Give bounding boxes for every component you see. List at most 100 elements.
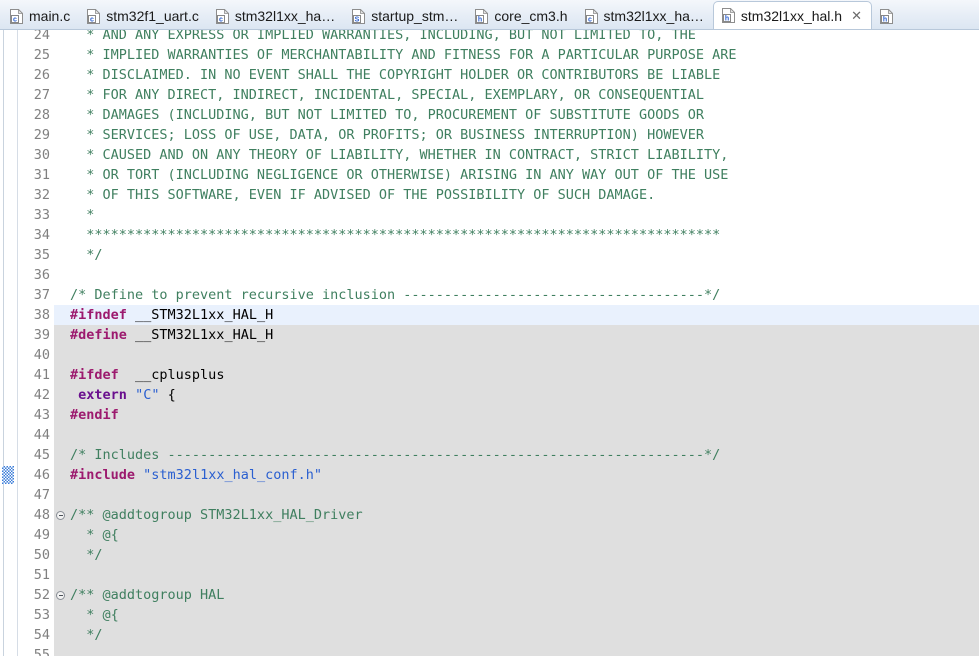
code-line[interactable]: #define __STM32L1xx_HAL_H [66, 325, 979, 345]
line-number[interactable]: 46 [18, 465, 54, 485]
editor-tab-stm32l1xx-hal-h[interactable]: h stm32l1xx_hal.h ✕ [712, 1, 872, 29]
line-number[interactable]: 51 [18, 565, 54, 585]
annotation-ruler-row [0, 645, 17, 656]
line-number[interactable]: 40 [18, 345, 54, 365]
editor-tab-main-c[interactable]: c main.c [2, 3, 79, 29]
code-line[interactable]: * IMPLIED WARRANTIES OF MERCHANTABILITY … [66, 45, 979, 65]
editor-tab-startup-stm[interactable]: Sstartup_stm… [344, 3, 467, 29]
line-number[interactable]: 49 [18, 525, 54, 545]
line-number[interactable]: 55 [18, 645, 54, 656]
annotation-ruler-row [0, 625, 17, 645]
line-number[interactable]: 33 [18, 205, 54, 225]
code-line[interactable] [66, 425, 979, 445]
fold-gutter-row [54, 125, 66, 145]
line-number[interactable]: 38 [18, 305, 54, 325]
code-line[interactable] [66, 265, 979, 285]
line-number[interactable]: 29 [18, 125, 54, 145]
editor-tab-stm32l1xx-ha[interactable]: c stm32l1xx_ha… [208, 3, 344, 29]
fold-gutter-row [54, 485, 66, 505]
line-number[interactable]: 44 [18, 425, 54, 445]
code-line[interactable]: * @{ [66, 525, 979, 545]
code-line[interactable]: */ [66, 625, 979, 645]
fold-gutter-row [54, 465, 66, 485]
line-number[interactable]: 36 [18, 265, 54, 285]
fold-collapse-icon[interactable] [54, 505, 66, 525]
code-line[interactable]: */ [66, 245, 979, 265]
line-number[interactable]: 45 [18, 445, 54, 465]
editor-tab-label: main.c [29, 8, 71, 24]
line-number[interactable]: 32 [18, 185, 54, 205]
editor-tab-stm32f1-uart-c[interactable]: c stm32f1_uart.c [79, 3, 208, 29]
line-number[interactable]: 37 [18, 285, 54, 305]
code-line[interactable]: #include "stm32l1xx_hal_conf.h" [66, 465, 979, 485]
code-line[interactable]: * OF THIS SOFTWARE, EVEN IF ADVISED OF T… [66, 185, 979, 205]
fold-circle-icon[interactable] [55, 505, 66, 525]
code-line[interactable]: #ifdef __cplusplus [66, 365, 979, 385]
code-line[interactable]: */ [66, 545, 979, 565]
code-line[interactable] [66, 485, 979, 505]
code-line[interactable]: * FOR ANY DIRECT, INDIRECT, INCIDENTAL, … [66, 85, 979, 105]
annotation-ruler-row [0, 405, 17, 425]
code-token-comment: * CAUSED AND ON ANY THEORY OF LIABILITY,… [70, 147, 729, 163]
line-number[interactable]: 48 [18, 505, 54, 525]
line-number[interactable]: 30 [18, 145, 54, 165]
line-number[interactable]: 24 [18, 30, 54, 45]
annotation-ruler-row [0, 605, 17, 625]
code-line[interactable]: #ifndef __STM32L1xx_HAL_H [66, 305, 979, 325]
line-number[interactable]: 34 [18, 225, 54, 245]
code-line[interactable]: * DAMAGES (INCLUDING, BUT NOT LIMITED TO… [66, 105, 979, 125]
code-line[interactable]: * CAUSED AND ON ANY THEORY OF LIABILITY,… [66, 145, 979, 165]
line-number[interactable]: 50 [18, 545, 54, 565]
code-folding-gutter[interactable] [54, 30, 66, 656]
annotation-ruler-row [0, 485, 17, 505]
annotation-ruler-row [0, 30, 17, 45]
code-line[interactable]: * AND ANY EXPRESS OR IMPLIED WARRANTIES,… [66, 30, 979, 45]
svg-text:c: c [13, 16, 17, 23]
code-line[interactable]: * OR TORT (INCLUDING NEGLIGENCE OR OTHER… [66, 165, 979, 185]
code-line[interactable]: * SERVICES; LOSS OF USE, DATA, OR PROFIT… [66, 125, 979, 145]
annotation-ruler[interactable] [0, 30, 18, 656]
line-number-gutter[interactable]: 24 25 26 27 28 29 30 31 32 33 34 35 36 37 38 39 40 41 42 43… [18, 30, 54, 656]
code-line[interactable]: * DISCLAIMED. IN NO EVENT SHALL THE COPY… [66, 65, 979, 85]
code-token-pp: #ifdef [70, 367, 119, 383]
code-line[interactable]: /** @addtogroup STM32L1xx_HAL_Driver [66, 505, 979, 525]
editor-tab-overflow[interactable]: h [872, 3, 902, 29]
code-line[interactable]: extern "C" { [66, 385, 979, 405]
code-line[interactable] [66, 645, 979, 656]
line-number[interactable]: 52 [18, 585, 54, 605]
code-line[interactable]: ****************************************… [66, 225, 979, 245]
editor-tab-core-cm3-h[interactable]: h core_cm3.h [467, 3, 576, 29]
editor-tab-stm32l1xx-ha[interactable]: c stm32l1xx_ha… [577, 3, 713, 29]
c-file-icon: c [215, 8, 229, 24]
line-number[interactable]: 27 [18, 85, 54, 105]
line-number[interactable]: 26 [18, 65, 54, 85]
line-number[interactable]: 41 [18, 365, 54, 385]
line-number[interactable]: 28 [18, 105, 54, 125]
code-line[interactable]: /* Includes ----------------------------… [66, 445, 979, 465]
line-number[interactable]: 31 [18, 165, 54, 185]
fold-collapse-icon[interactable] [54, 585, 66, 605]
occurrence-marker-icon[interactable] [2, 466, 14, 484]
code-line[interactable]: /* Define to prevent recursive inclusion… [66, 285, 979, 305]
fold-gutter-row [54, 105, 66, 125]
code-text-area[interactable]: * AND ANY EXPRESS OR IMPLIED WARRANTIES,… [66, 30, 979, 656]
line-number[interactable]: 54 [18, 625, 54, 645]
code-line[interactable]: #endif [66, 405, 979, 425]
fold-gutter-row [54, 385, 66, 405]
code-line[interactable]: * [66, 205, 979, 225]
line-number[interactable]: 35 [18, 245, 54, 265]
line-number[interactable]: 42 [18, 385, 54, 405]
close-icon[interactable]: ✕ [851, 9, 862, 22]
line-number[interactable]: 25 [18, 45, 54, 65]
fold-circle-icon[interactable] [55, 585, 66, 605]
code-line[interactable] [66, 345, 979, 365]
line-number[interactable]: 47 [18, 485, 54, 505]
line-number[interactable]: 53 [18, 605, 54, 625]
code-line[interactable]: /** @addtogroup HAL [66, 585, 979, 605]
annotation-ruler-row [0, 285, 17, 305]
line-number[interactable]: 39 [18, 325, 54, 345]
line-number[interactable]: 43 [18, 405, 54, 425]
code-line[interactable] [66, 565, 979, 585]
code-line[interactable]: * @{ [66, 605, 979, 625]
